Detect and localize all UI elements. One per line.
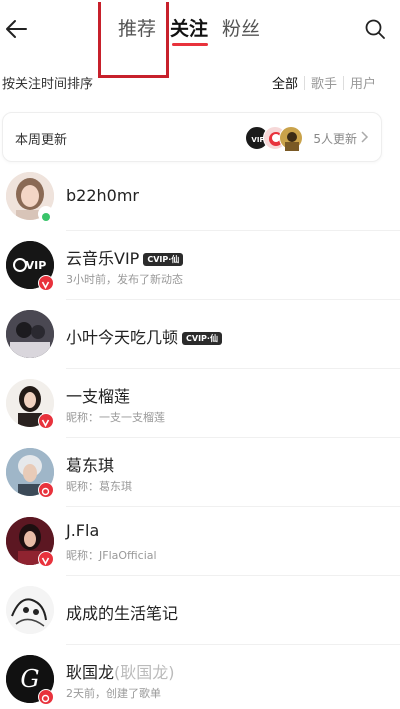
filter-singers[interactable]: 歌手 [305, 73, 343, 92]
list-item[interactable]: b22h0mr [0, 162, 400, 231]
avatar [279, 126, 303, 151]
user-alias: (耿国龙) [114, 663, 175, 682]
svg-text:G: G [20, 665, 39, 693]
updated-avatars: VIP [245, 126, 303, 151]
user-name: 小叶今天吃几顿 CVIP·仙 [66, 324, 222, 348]
tab-following[interactable]: 关注 [170, 16, 209, 46]
user-name: 成成的生活笔记 [66, 604, 179, 623]
update-count: 5人更新 [313, 132, 357, 146]
weekly-update-card[interactable]: 本周更新 VIP 5人更新 [2, 112, 382, 162]
annotation-highlight-box [98, 2, 169, 78]
list-item[interactable]: 成成的生活笔记 [0, 576, 400, 645]
sort-bar: 按关注时间排序 全部 歌手 用户 [0, 70, 400, 96]
list-item[interactable]: G 耿国龙(耿国龙) 2天前，创建了歌单 [0, 645, 400, 709]
list-item[interactable]: VIP 云音乐VIP CVIP·仙 3小时前，发布了新动态 [0, 231, 400, 300]
musician-badge-icon [38, 689, 54, 705]
search-icon[interactable] [364, 18, 386, 40]
vip-badge: CVIP·仙 [143, 253, 184, 266]
filter-group: 全部 歌手 用户 [266, 73, 382, 92]
tab-fans[interactable]: 粉丝 [222, 16, 260, 42]
verified-v-icon [38, 413, 54, 429]
vip-badge: CVIP·仙 [182, 332, 222, 345]
list-item[interactable]: 一支榴莲 昵称：一支一支榴莲 [0, 369, 400, 438]
filter-users[interactable]: 用户 [344, 73, 382, 92]
svg-text:VIP: VIP [26, 259, 47, 272]
user-name: 葛东琪 [66, 456, 115, 475]
user-name: 一支榴莲 [66, 387, 131, 406]
user-subtitle: 2天前，创建了歌单 [66, 687, 161, 700]
user-name-text: 耿国龙 [66, 663, 115, 682]
weekly-update-title: 本周更新 [15, 133, 68, 148]
back-arrow-icon[interactable] [4, 16, 30, 42]
verified-v-icon [38, 551, 54, 567]
following-list: b22h0mr VIP 云音乐VIP CVIP·仙 3小时前，发布了新动态 小叶今… [0, 162, 400, 709]
filter-all[interactable]: 全部 [266, 73, 304, 92]
top-bar: 推荐 关注 粉丝 [0, 0, 400, 78]
user-name-text: 小叶今天吃几顿 [66, 328, 179, 347]
online-badge [38, 206, 54, 222]
avatar [6, 586, 54, 634]
avatar [6, 310, 54, 358]
user-subtitle: 3小时前，发布了新动态 [66, 273, 183, 286]
user-name-text: 云音乐VIP [66, 249, 140, 268]
list-item[interactable]: 小叶今天吃几顿 CVIP·仙 [0, 300, 400, 369]
user-name: J.Fla [66, 521, 100, 540]
musician-badge-icon [38, 482, 54, 498]
verified-v-icon [38, 275, 54, 291]
user-subtitle: 昵称：JFlaOfficial [66, 549, 157, 562]
user-name: 耿国龙(耿国龙) [66, 659, 175, 683]
user-subtitle: 昵称：葛东琪 [66, 480, 132, 493]
list-item[interactable]: 葛东琪 昵称：葛东琪 [0, 438, 400, 507]
user-name: 云音乐VIP CVIP·仙 [66, 245, 184, 269]
list-item[interactable]: J.Fla 昵称：JFlaOfficial [0, 507, 400, 576]
sort-order-label[interactable]: 按关注时间排序 [2, 73, 93, 92]
chevron-right-icon [361, 131, 369, 143]
user-subtitle: 昵称：一支一支榴莲 [66, 411, 165, 424]
user-name: b22h0mr [66, 186, 139, 205]
